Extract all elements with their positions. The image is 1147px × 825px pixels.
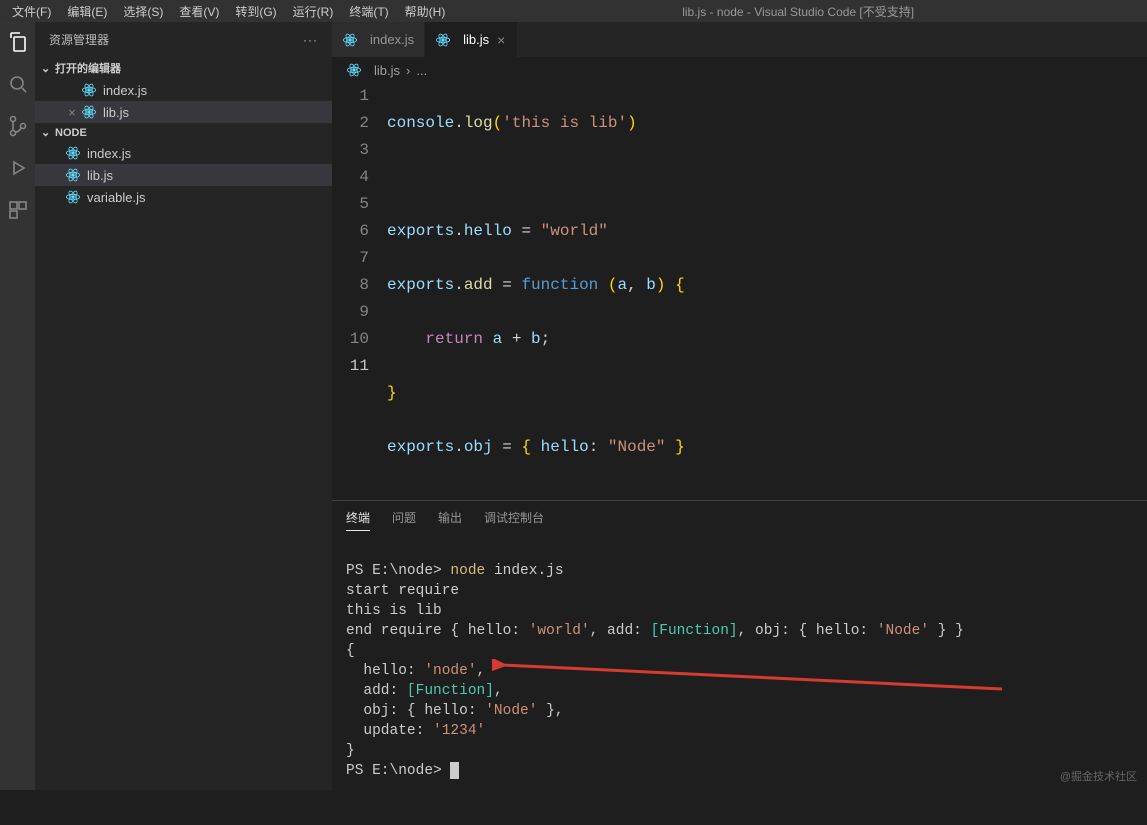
panel-tabs: 终端 问题 输出 调试控制台 (332, 501, 1147, 537)
terminal-cmd: node (450, 563, 494, 579)
menu-view[interactable]: 查看(V) (171, 1, 227, 22)
panel-tab-output[interactable]: 输出 (438, 509, 462, 531)
activity-bar (0, 22, 35, 790)
terminal-arg: index.js (494, 563, 564, 579)
panel-tab-debug[interactable]: 调试控制台 (484, 509, 544, 531)
tab-label: lib.js (463, 32, 489, 47)
window-title: lib.js - node - Visual Studio Code [不受支持… (453, 3, 1143, 20)
open-editors-label: 打开的编辑器 (55, 60, 121, 76)
menu-edit[interactable]: 编辑(E) (59, 1, 115, 22)
file-name: index.js (87, 146, 131, 161)
annotation-arrow (492, 659, 1012, 699)
menu-select[interactable]: 选择(S) (115, 1, 171, 22)
line-gutter: 1234567891011 (332, 83, 387, 500)
file-name: variable.js (87, 190, 146, 205)
open-editor-item[interactable]: × lib.js (35, 101, 332, 123)
code-content[interactable]: console.log('this is lib') exports.hello… (387, 83, 1147, 500)
terminal[interactable]: PS E:\node> node index.js start require … (332, 537, 1147, 825)
sidebar-title: 资源管理器 (49, 31, 109, 48)
terminal-prompt: PS E:\node> (346, 763, 450, 779)
react-file-icon (342, 32, 358, 48)
breadcrumb-more: ... (416, 63, 427, 78)
tab-index-js[interactable]: index.js (332, 22, 425, 57)
menu-help[interactable]: 帮助(H) (397, 1, 454, 22)
menu-file[interactable]: 文件(F) (4, 1, 59, 22)
panel-tab-problems[interactable]: 问题 (392, 509, 416, 531)
editor-area: index.js lib.js × lib.js › ... 123456789… (332, 22, 1147, 790)
breadcrumb-file: lib.js (374, 63, 400, 78)
run-debug-icon[interactable] (6, 156, 30, 180)
terminal-line: hello: 'node', (346, 663, 485, 679)
chevron-down-icon: ⌄ (41, 62, 55, 75)
terminal-cursor (450, 762, 459, 779)
react-file-icon (346, 62, 362, 78)
watermark: @掘金技术社区 (1060, 768, 1137, 784)
react-file-icon (65, 145, 81, 161)
file-name: lib.js (87, 168, 113, 183)
file-name: lib.js (103, 105, 129, 120)
file-name: index.js (103, 83, 147, 98)
close-icon[interactable]: × (495, 32, 507, 48)
extensions-icon[interactable] (6, 198, 30, 222)
title-bar: 文件(F) 编辑(E) 选择(S) 查看(V) 转到(G) 运行(R) 终端(T… (0, 0, 1147, 22)
terminal-line: end require { hello: 'world', add: [Func… (346, 623, 964, 639)
code-editor[interactable]: 1234567891011 console.log('this is lib')… (332, 83, 1147, 500)
more-icon[interactable]: ··· (303, 33, 318, 47)
menu-goto[interactable]: 转到(G) (227, 1, 284, 22)
tab-lib-js[interactable]: lib.js × (425, 22, 518, 57)
file-item[interactable]: lib.js (35, 164, 332, 186)
close-icon[interactable]: × (63, 105, 81, 120)
menu-terminal[interactable]: 终端(T) (341, 1, 396, 22)
react-file-icon (81, 104, 97, 120)
menu-run[interactable]: 运行(R) (285, 1, 342, 22)
react-file-icon (65, 189, 81, 205)
react-file-icon (435, 32, 451, 48)
menu-bar: 文件(F) 编辑(E) 选择(S) 查看(V) 转到(G) 运行(R) 终端(T… (4, 1, 453, 22)
explorer-icon[interactable] (6, 30, 30, 54)
react-file-icon (65, 167, 81, 183)
chevron-right-icon: › (406, 63, 410, 78)
file-item[interactable]: variable.js (35, 186, 332, 208)
breadcrumb[interactable]: lib.js › ... (332, 57, 1147, 83)
sidebar-header: 资源管理器 ··· (35, 22, 332, 57)
terminal-line: add: [Function], (346, 683, 503, 699)
folder-label: NODE (55, 127, 87, 139)
react-file-icon (81, 82, 97, 98)
sidebar: 资源管理器 ··· ⌄ 打开的编辑器 index.js × lib.js ⌄ N… (35, 22, 332, 790)
terminal-line: obj: { hello: 'Node' }, (346, 703, 564, 719)
bottom-panel: 终端 问题 输出 调试控制台 PS E:\node> node index.js… (332, 500, 1147, 790)
open-editor-item[interactable]: index.js (35, 79, 332, 101)
terminal-line: start require (346, 583, 459, 599)
terminal-line: update: '1234' (346, 723, 485, 739)
source-control-icon[interactable] (6, 114, 30, 138)
terminal-prompt: PS E:\node> (346, 563, 450, 579)
search-icon[interactable] (6, 72, 30, 96)
terminal-line: } (346, 743, 355, 759)
panel-tab-terminal[interactable]: 终端 (346, 509, 370, 531)
terminal-line: { (346, 643, 355, 659)
folder-header[interactable]: ⌄ NODE (35, 123, 332, 142)
terminal-line: this is lib (346, 603, 442, 619)
editor-tabs: index.js lib.js × (332, 22, 1147, 57)
file-item[interactable]: index.js (35, 142, 332, 164)
tab-label: index.js (370, 32, 414, 47)
open-editors-header[interactable]: ⌄ 打开的编辑器 (35, 57, 332, 79)
chevron-down-icon: ⌄ (41, 126, 55, 139)
